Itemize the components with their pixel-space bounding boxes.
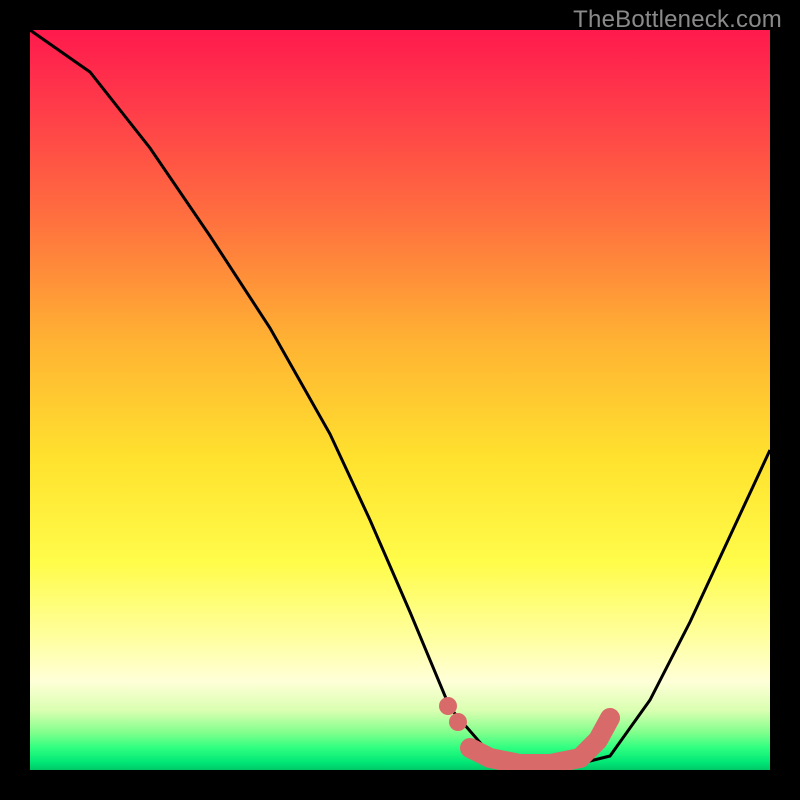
highlight-dot: [439, 697, 457, 715]
bottleneck-curve-path: [30, 30, 770, 766]
bottleneck-curve-svg: [30, 30, 770, 770]
watermark-text: TheBottleneck.com: [573, 6, 782, 34]
highlight-bar: [470, 718, 610, 764]
bottleneck-curve: [30, 30, 770, 766]
highlight-dot: [449, 713, 467, 731]
optimal-highlight: [439, 697, 610, 764]
chart-frame: [30, 30, 770, 770]
